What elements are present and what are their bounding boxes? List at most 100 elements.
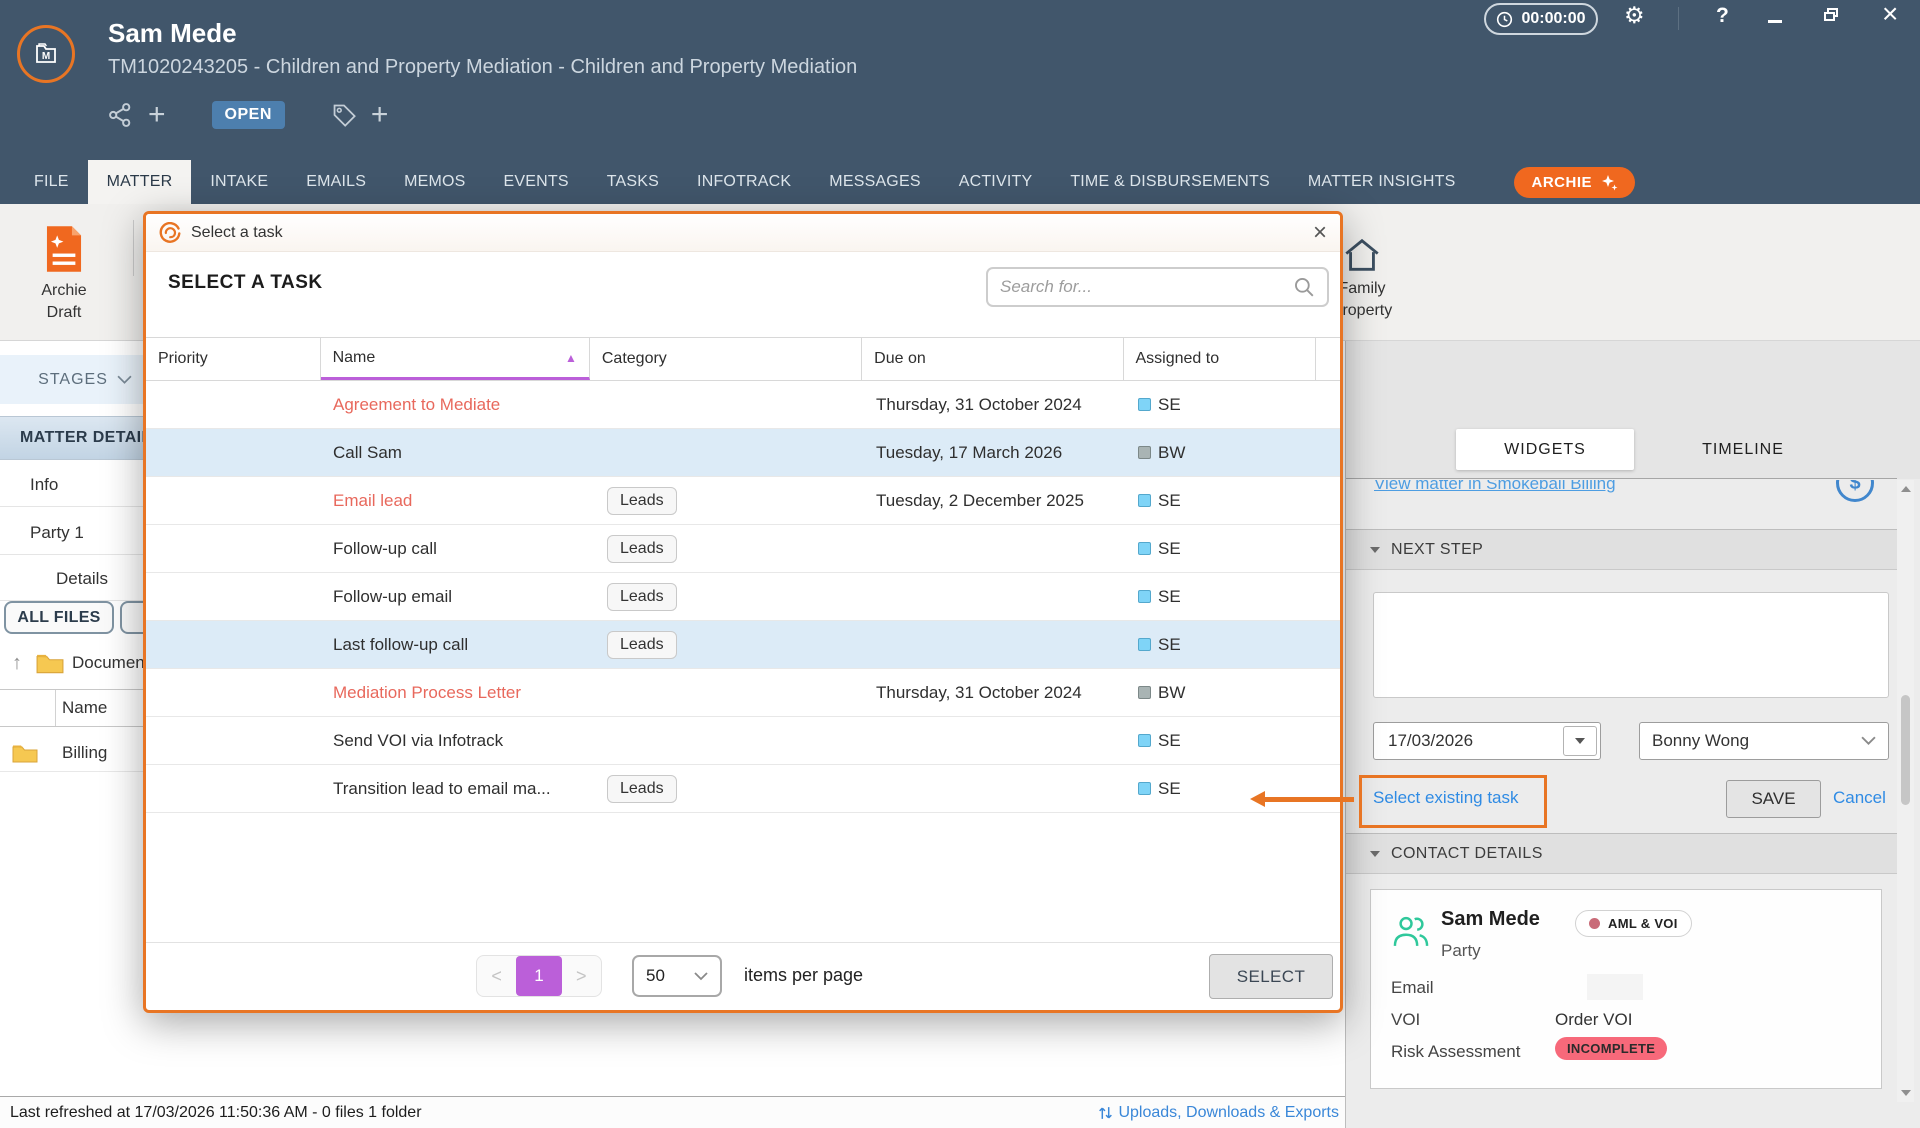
tab-widgets[interactable]: WIDGETS (1456, 429, 1634, 470)
tab-matter-insights[interactable]: MATTER INSIGHTS (1289, 160, 1475, 204)
select-button[interactable]: SELECT (1209, 954, 1333, 999)
task-row[interactable]: Follow-up call Leads SE (146, 525, 1340, 573)
tab-activity[interactable]: ACTIVITY (940, 160, 1052, 204)
task-row[interactable]: Follow-up email Leads SE (146, 573, 1340, 621)
task-name: Transition lead to email ma... (321, 779, 591, 799)
matter-status-badge[interactable]: OPEN (212, 101, 285, 129)
task-name: Agreement to Mediate (321, 395, 591, 415)
tab-tasks[interactable]: TASKS (588, 160, 678, 204)
right-sidebar: WIDGETS TIMELINE View matter in Smokebal… (1345, 341, 1920, 1128)
task-row[interactable]: Call Sam Tuesday, 17 March 2026 BW (146, 429, 1340, 477)
column-header-due-on[interactable]: Due on (862, 338, 1123, 380)
share-icon[interactable] (108, 102, 134, 128)
sort-ascending-icon: ▲ (565, 351, 577, 365)
incomplete-label: INCOMPLETE (1555, 1037, 1667, 1060)
column-header-priority[interactable]: Priority (146, 338, 321, 380)
tab-time-disbursements[interactable]: TIME & DISBURSEMENTS (1051, 160, 1289, 204)
order-voi-link[interactable]: Order VOI (1555, 1010, 1632, 1030)
prev-page-button[interactable]: < (477, 956, 516, 996)
restore-window-button[interactable] (1824, 8, 1839, 21)
page-size-select[interactable]: 50 (632, 955, 722, 997)
next-step-note-input[interactable] (1373, 592, 1889, 698)
task-assignee: SE (1126, 731, 1319, 751)
task-assignee: SE (1126, 635, 1319, 655)
help-button[interactable]: ? (1716, 4, 1729, 28)
risk-assessment-badge: INCOMPLETE (1555, 1038, 1667, 1058)
category-badge: Leads (607, 775, 677, 803)
next-step-date-field[interactable]: 17/03/2026 (1373, 722, 1601, 760)
tab-events[interactable]: EVENTS (485, 160, 588, 204)
assignee-initials: BW (1158, 683, 1185, 703)
category-badge: Leads (607, 535, 677, 563)
tab-timeline[interactable]: TIMELINE (1652, 429, 1834, 470)
assignee-initials: SE (1158, 539, 1181, 559)
matter-title: Sam Mede (108, 18, 237, 49)
aml-voi-badge[interactable]: AML & VOI (1575, 910, 1692, 937)
minimize-button[interactable] (1768, 20, 1782, 23)
tab-intake[interactable]: INTAKE (191, 160, 287, 204)
view-matter-billing-link[interactable]: View matter in Smokeball Billing (1374, 480, 1616, 494)
assignee-value: Bonny Wong (1652, 731, 1749, 751)
close-window-button[interactable]: × (1882, 0, 1898, 30)
task-name: Last follow-up call (321, 635, 591, 655)
column-header-assigned-to[interactable]: Assigned to (1124, 338, 1317, 380)
task-name: Call Sam (321, 443, 591, 463)
archie-button[interactable]: ARCHIE (1514, 167, 1635, 198)
task-row[interactable]: Last follow-up call Leads SE (146, 621, 1340, 669)
up-down-arrows-icon (1098, 1105, 1113, 1121)
category-badge: Leads (607, 487, 677, 515)
cancel-link[interactable]: Cancel (1833, 788, 1886, 808)
timer-button[interactable]: 00:00:00 (1484, 3, 1598, 35)
tag-icon[interactable] (331, 102, 357, 128)
date-picker-dropdown-button[interactable] (1563, 726, 1597, 756)
people-icon (1390, 913, 1432, 949)
task-due-date: Thursday, 31 October 2024 (864, 683, 1126, 703)
uploads-downloads-link[interactable]: Uploads, Downloads & Exports (1098, 1104, 1339, 1122)
collapse-triangle-icon (1370, 851, 1380, 857)
task-search-input[interactable] (1000, 277, 1293, 297)
task-row[interactable]: Transition lead to email ma... Leads SE (146, 765, 1340, 813)
scrollbar-thumb[interactable] (1901, 695, 1910, 805)
next-step-section-header[interactable]: NEXT STEP (1346, 529, 1897, 570)
task-assignee: SE (1126, 491, 1319, 511)
add-relationship-button[interactable]: + (148, 100, 166, 130)
contact-name[interactable]: Sam Mede (1441, 908, 1540, 931)
next-page-button[interactable]: > (562, 956, 601, 996)
scroll-up-icon[interactable] (1901, 486, 1911, 492)
next-step-assignee-select[interactable]: Bonny Wong (1639, 722, 1889, 760)
divider (1678, 7, 1679, 30)
task-due-date: Tuesday, 17 March 2026 (864, 443, 1126, 463)
all-files-button[interactable]: ALL FILES (4, 601, 114, 634)
column-header-name[interactable]: Name ▲ (321, 338, 590, 380)
column-header-category[interactable]: Category (590, 338, 862, 380)
tab-messages[interactable]: MESSAGES (810, 160, 939, 204)
add-tag-button[interactable]: + (371, 100, 389, 130)
next-step-title: NEXT STEP (1391, 541, 1483, 559)
tab-matter[interactable]: MATTER (88, 160, 192, 204)
assignee-color-icon (1138, 398, 1151, 411)
settings-gear-icon[interactable]: ⚙ (1624, 2, 1645, 29)
task-assignee: SE (1126, 539, 1319, 559)
task-row[interactable]: Agreement to Mediate Thursday, 31 Octobe… (146, 381, 1340, 429)
archie-draft-button[interactable]: Archie Draft (20, 224, 108, 323)
task-search-box[interactable] (986, 267, 1329, 307)
billing-dollar-icon[interactable]: $ (1836, 480, 1874, 502)
tab-infotrack[interactable]: INFOTRACK (678, 160, 810, 204)
save-button[interactable]: SAVE (1726, 780, 1821, 818)
category-badge: Leads (607, 583, 677, 611)
scroll-down-icon[interactable] (1901, 1090, 1911, 1096)
tab-file[interactable]: FILE (15, 160, 88, 204)
tab-memos[interactable]: MEMOS (385, 160, 484, 204)
uploads-downloads-label: Uploads, Downloads & Exports (1118, 1104, 1339, 1122)
search-icon (1293, 276, 1315, 298)
task-row[interactable]: Mediation Process Letter Thursday, 31 Oc… (146, 669, 1340, 717)
tab-emails[interactable]: EMAILS (287, 160, 385, 204)
chevron-down-icon (117, 375, 132, 385)
task-row[interactable]: Send VOI via Infotrack SE (146, 717, 1340, 765)
sidebar-scrollbar[interactable] (1897, 480, 1914, 1102)
folder-up-icon[interactable]: ↑ (12, 652, 22, 675)
modal-close-icon[interactable]: × (1313, 223, 1327, 243)
task-row[interactable]: Email lead Leads Tuesday, 2 December 202… (146, 477, 1340, 525)
current-page-button[interactable]: 1 (516, 956, 561, 996)
contact-details-section-header[interactable]: CONTACT DETAILS (1346, 833, 1897, 874)
